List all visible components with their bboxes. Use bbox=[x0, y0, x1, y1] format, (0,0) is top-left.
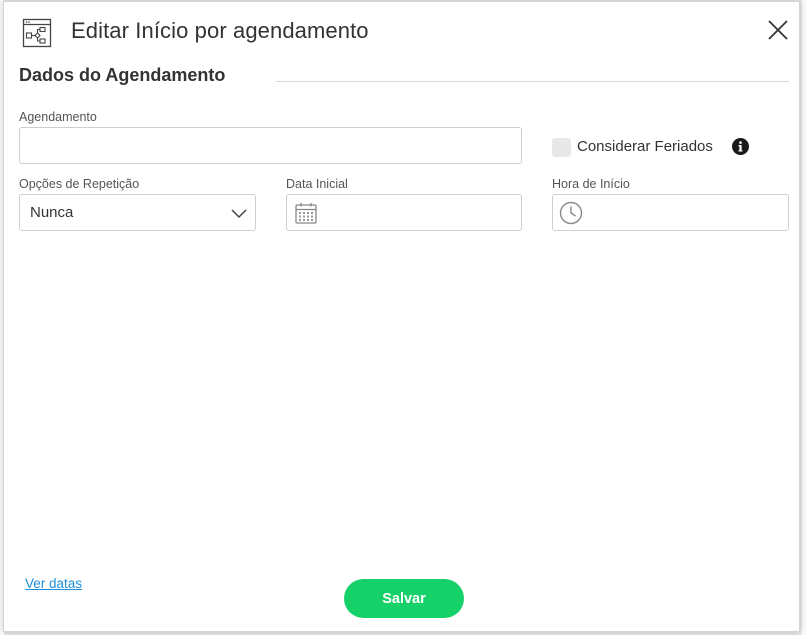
background-right-edge bbox=[802, 0, 806, 635]
consider-holidays-label[interactable]: Considerar Feriados bbox=[577, 138, 713, 155]
agendamento-label: Agendamento bbox=[19, 110, 97, 124]
close-icon[interactable] bbox=[766, 18, 790, 42]
save-button[interactable]: Salvar bbox=[344, 579, 464, 618]
repeat-options-value: Nunca bbox=[30, 204, 74, 221]
agendamento-input[interactable] bbox=[19, 127, 522, 164]
chevron-down-icon bbox=[231, 209, 247, 219]
repeat-options-label: Opções de Repetição bbox=[19, 177, 140, 191]
calendar-icon bbox=[295, 203, 317, 224]
view-dates-link[interactable]: Ver datas bbox=[25, 576, 82, 591]
edit-schedule-dialog: Editar Início por agendamento Dados do A… bbox=[3, 1, 800, 632]
section-divider bbox=[276, 81, 789, 82]
consider-holidays-checkbox[interactable] bbox=[552, 138, 571, 157]
section-title: Dados do Agendamento bbox=[19, 65, 226, 85]
dialog-header: Editar Início por agendamento bbox=[4, 2, 799, 62]
repeat-options-select[interactable]: Nunca bbox=[19, 194, 256, 231]
info-icon[interactable] bbox=[732, 138, 749, 155]
dialog-title: Editar Início por agendamento bbox=[71, 18, 369, 43]
flowchart-icon bbox=[22, 18, 52, 48]
start-time-label: Hora de Início bbox=[552, 177, 630, 191]
start-time-input[interactable] bbox=[552, 194, 789, 231]
start-date-input[interactable] bbox=[286, 194, 522, 231]
clock-icon bbox=[559, 201, 583, 225]
start-date-label: Data Inicial bbox=[286, 177, 348, 191]
